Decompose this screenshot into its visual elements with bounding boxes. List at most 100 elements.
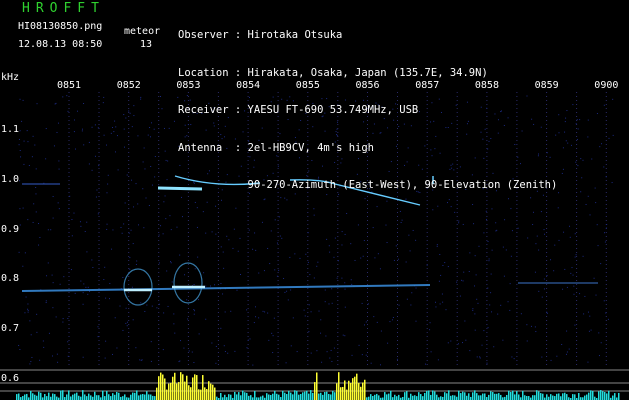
meteor-count-label: meteor [124, 26, 161, 37]
noise-speck [150, 360, 152, 362]
level-bar [142, 394, 144, 400]
time-label: 0858 [474, 80, 499, 91]
noise-speck [57, 361, 59, 363]
noise-speck [543, 278, 545, 280]
noise-speck [235, 207, 237, 209]
level-bar [536, 390, 538, 400]
level-bar [342, 386, 344, 400]
level-bar [386, 394, 388, 400]
noise-speck [290, 345, 292, 347]
noise-speck [481, 344, 483, 346]
noise-speck [131, 179, 133, 181]
noise-speck [603, 166, 605, 168]
noise-speck [564, 121, 566, 123]
noise-speck [215, 205, 217, 207]
noise-speck [140, 98, 142, 100]
noise-speck [193, 313, 195, 315]
level-bar [560, 396, 562, 400]
noise-speck [173, 313, 175, 315]
noise-speck [33, 203, 35, 205]
meteor-count-value: 13 [140, 39, 153, 50]
noise-speck [87, 293, 89, 295]
level-bar [522, 390, 524, 400]
level-bar [288, 390, 290, 400]
noise-speck [181, 216, 183, 218]
level-bar [308, 393, 310, 400]
level-bar [166, 389, 168, 400]
level-bar [250, 395, 252, 400]
noise-speck [313, 277, 315, 279]
level-bar [436, 394, 438, 400]
noise-speck [68, 208, 70, 210]
level-bar [194, 374, 196, 400]
noise-speck [527, 237, 529, 239]
noise-speck [188, 350, 190, 352]
noise-speck [580, 191, 582, 193]
noise-speck [603, 232, 605, 234]
noise-speck [389, 321, 391, 323]
noise-speck [579, 293, 581, 295]
noise-speck [103, 134, 105, 136]
noise-speck [488, 258, 490, 260]
level-bar [62, 390, 64, 400]
noise-speck [598, 355, 600, 357]
noise-speck [511, 356, 513, 358]
noise-speck [22, 265, 24, 267]
level-bar [106, 390, 108, 400]
level-bar [190, 387, 192, 400]
level-bar [462, 391, 464, 400]
level-bar [192, 377, 194, 400]
noise-speck [435, 306, 437, 308]
noise-speck [22, 99, 24, 101]
noise-speck [106, 192, 108, 194]
noise-speck [247, 339, 249, 341]
noise-speck [587, 136, 589, 138]
noise-speck [412, 229, 414, 231]
level-bar [112, 393, 114, 400]
noise-speck [96, 189, 98, 191]
noise-speck [543, 233, 545, 235]
level-bar [316, 372, 318, 400]
noise-speck [116, 347, 118, 349]
level-bar [98, 395, 100, 400]
noise-speck [556, 355, 558, 357]
time-label: 0900 [594, 80, 619, 91]
noise-speck [607, 318, 609, 320]
noise-speck [336, 277, 338, 279]
level-bar [350, 382, 352, 400]
noise-speck [270, 230, 272, 232]
noise-speck [385, 224, 387, 226]
noise-speck [575, 161, 577, 163]
noise-speck [587, 311, 589, 313]
noise-speck [601, 143, 603, 145]
noise-speck [429, 322, 431, 324]
noise-speck [76, 110, 78, 112]
app-logo: HROFFT [22, 1, 105, 16]
level-bar [188, 385, 190, 400]
level-bar [476, 393, 478, 400]
level-bar [274, 390, 276, 400]
noise-speck [278, 216, 280, 218]
level-bar [230, 394, 232, 400]
level-bar [422, 396, 424, 400]
antenna-value-2: 90-270-Azimuth (East-West), 90-Elevation… [247, 179, 558, 191]
noise-speck [553, 270, 555, 272]
noise-speck [603, 104, 605, 106]
noise-speck [194, 268, 196, 270]
frequency-label: 0.8 [1, 273, 20, 284]
noise-speck [112, 229, 114, 231]
noise-speck [52, 307, 54, 309]
noise-speck [605, 227, 607, 229]
noise-speck [197, 299, 199, 301]
level-bar [140, 394, 142, 400]
noise-speck [224, 351, 226, 353]
noise-speck [125, 307, 127, 309]
noise-speck [536, 235, 538, 237]
time-label: 0854 [236, 80, 261, 91]
noise-speck [43, 346, 45, 348]
noise-speck [211, 231, 213, 233]
noise-speck [581, 177, 583, 179]
level-bar [146, 391, 148, 400]
level-bar [96, 395, 98, 400]
noise-speck [126, 321, 128, 323]
